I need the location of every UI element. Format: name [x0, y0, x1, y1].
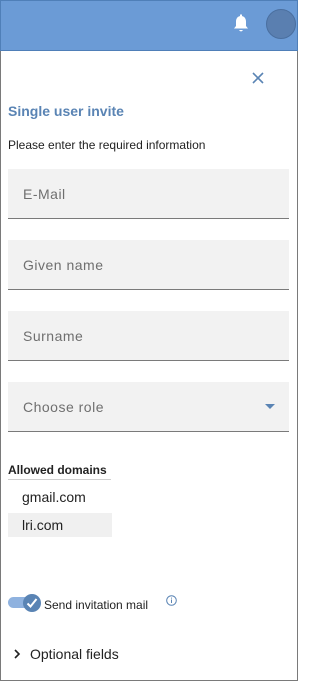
user-avatar[interactable] [266, 9, 296, 39]
close-icon[interactable] [250, 70, 266, 86]
chevron-right-icon [14, 649, 21, 659]
bell-icon[interactable] [232, 14, 250, 34]
role-select-label: Choose role [23, 399, 104, 415]
surname-field-container [8, 311, 289, 361]
dialog-title: Single user invite [8, 103, 124, 119]
domain-item[interactable]: gmail.com [8, 485, 112, 509]
domain-item[interactable]: lri.com [8, 513, 112, 537]
send-invitation-label: Send invitation mail [44, 598, 149, 612]
email-field-container [8, 169, 289, 219]
optional-fields-toggle[interactable]: Optional fields [12, 646, 119, 662]
email-field[interactable] [8, 169, 289, 218]
dialog-subtitle: Please enter the required information [8, 138, 206, 152]
given-name-field[interactable] [8, 240, 289, 289]
check-icon [26, 598, 38, 608]
top-bar [0, 0, 298, 51]
role-select[interactable]: Choose role [8, 382, 289, 432]
info-icon[interactable] [166, 595, 177, 606]
surname-field[interactable] [8, 311, 289, 360]
send-invitation-toggle[interactable] [8, 594, 41, 612]
optional-fields-label: Optional fields [30, 646, 119, 662]
caret-down-icon [265, 404, 275, 409]
given-name-field-container [8, 240, 289, 290]
allowed-domains-label: Allowed domains [8, 463, 111, 480]
